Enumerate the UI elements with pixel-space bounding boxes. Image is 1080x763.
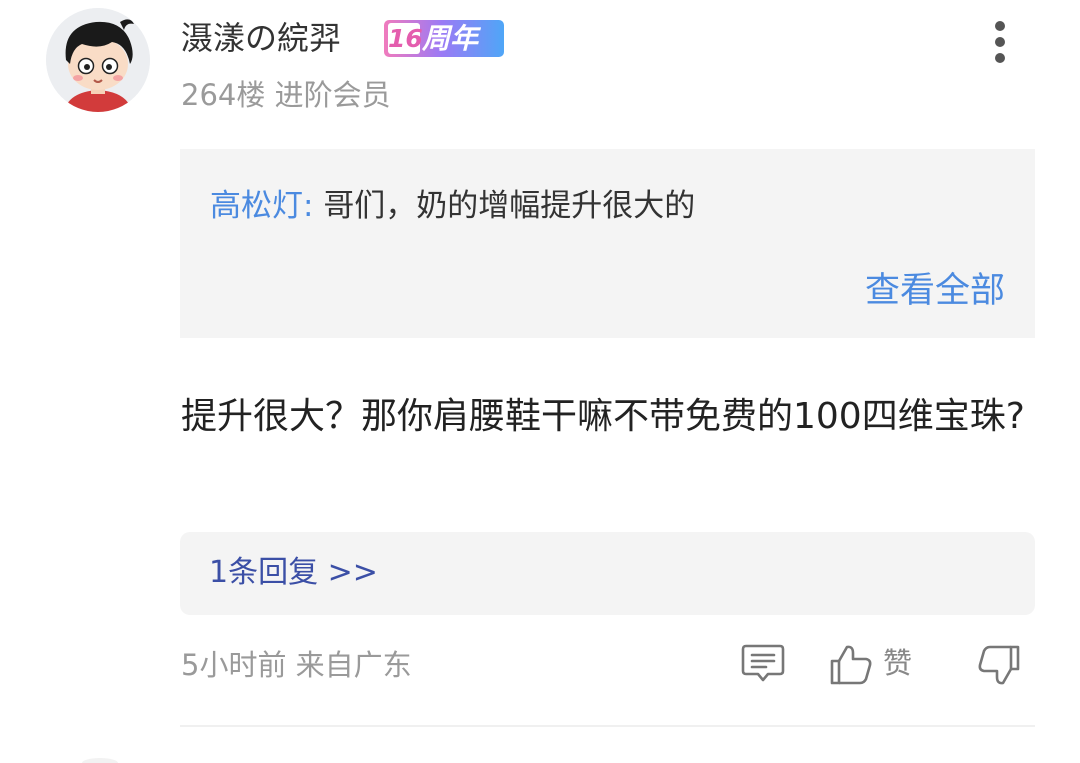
more-options-button[interactable] [984, 18, 1016, 66]
avatar[interactable] [46, 8, 150, 112]
badge-number: 16 [388, 23, 423, 54]
post-meta: 264楼 进阶会员 [181, 74, 391, 116]
like-label: 赞 [883, 646, 913, 680]
reply-button[interactable] [740, 640, 788, 688]
comment-icon [741, 644, 785, 682]
replies-link[interactable]: 1条回复 >> [209, 552, 378, 594]
comment-body: 提升很大？那你肩腰鞋干嘛不带免费的100四维宝珠? [181, 396, 1025, 437]
replies-panel[interactable]: 1条回复 >> [180, 532, 1035, 615]
comment-card: 滠漾の綄羿 16 周年 264楼 进阶会员 高松灯: 哥们，奶的增幅提升很大的 … [0, 0, 1080, 763]
quote-author[interactable]: 高松灯: [210, 188, 313, 224]
like-button[interactable]: 赞 [828, 640, 928, 688]
post-footer-meta: 5小时前 来自广东 [181, 644, 412, 686]
thumbs-up-icon [830, 645, 872, 685]
avatar-image [46, 8, 150, 112]
badge-label: 周年 [422, 22, 479, 55]
post-time: 5小时前 [181, 648, 287, 682]
next-comment-avatar [82, 758, 118, 763]
quote-content: 哥们，奶的增幅提升很大的 [323, 188, 696, 224]
floor-number: 264楼 [181, 78, 266, 112]
divider [180, 725, 1035, 727]
thumbs-down-icon [978, 645, 1020, 685]
quoted-comment[interactable]: 高松灯: 哥们，奶的增幅提升很大的 查看全部 [180, 149, 1035, 338]
member-level: 进阶会员 [274, 78, 391, 112]
post-location: 来自广东 [295, 648, 412, 682]
quote-line: 高松灯: 哥们，奶的增幅提升很大的 [210, 185, 695, 227]
view-all-link[interactable]: 查看全部 [865, 269, 1005, 313]
username[interactable]: 滠漾の綄羿 [181, 12, 341, 64]
anniversary-badge: 16 周年 [384, 20, 504, 57]
dislike-button[interactable] [974, 640, 1024, 688]
